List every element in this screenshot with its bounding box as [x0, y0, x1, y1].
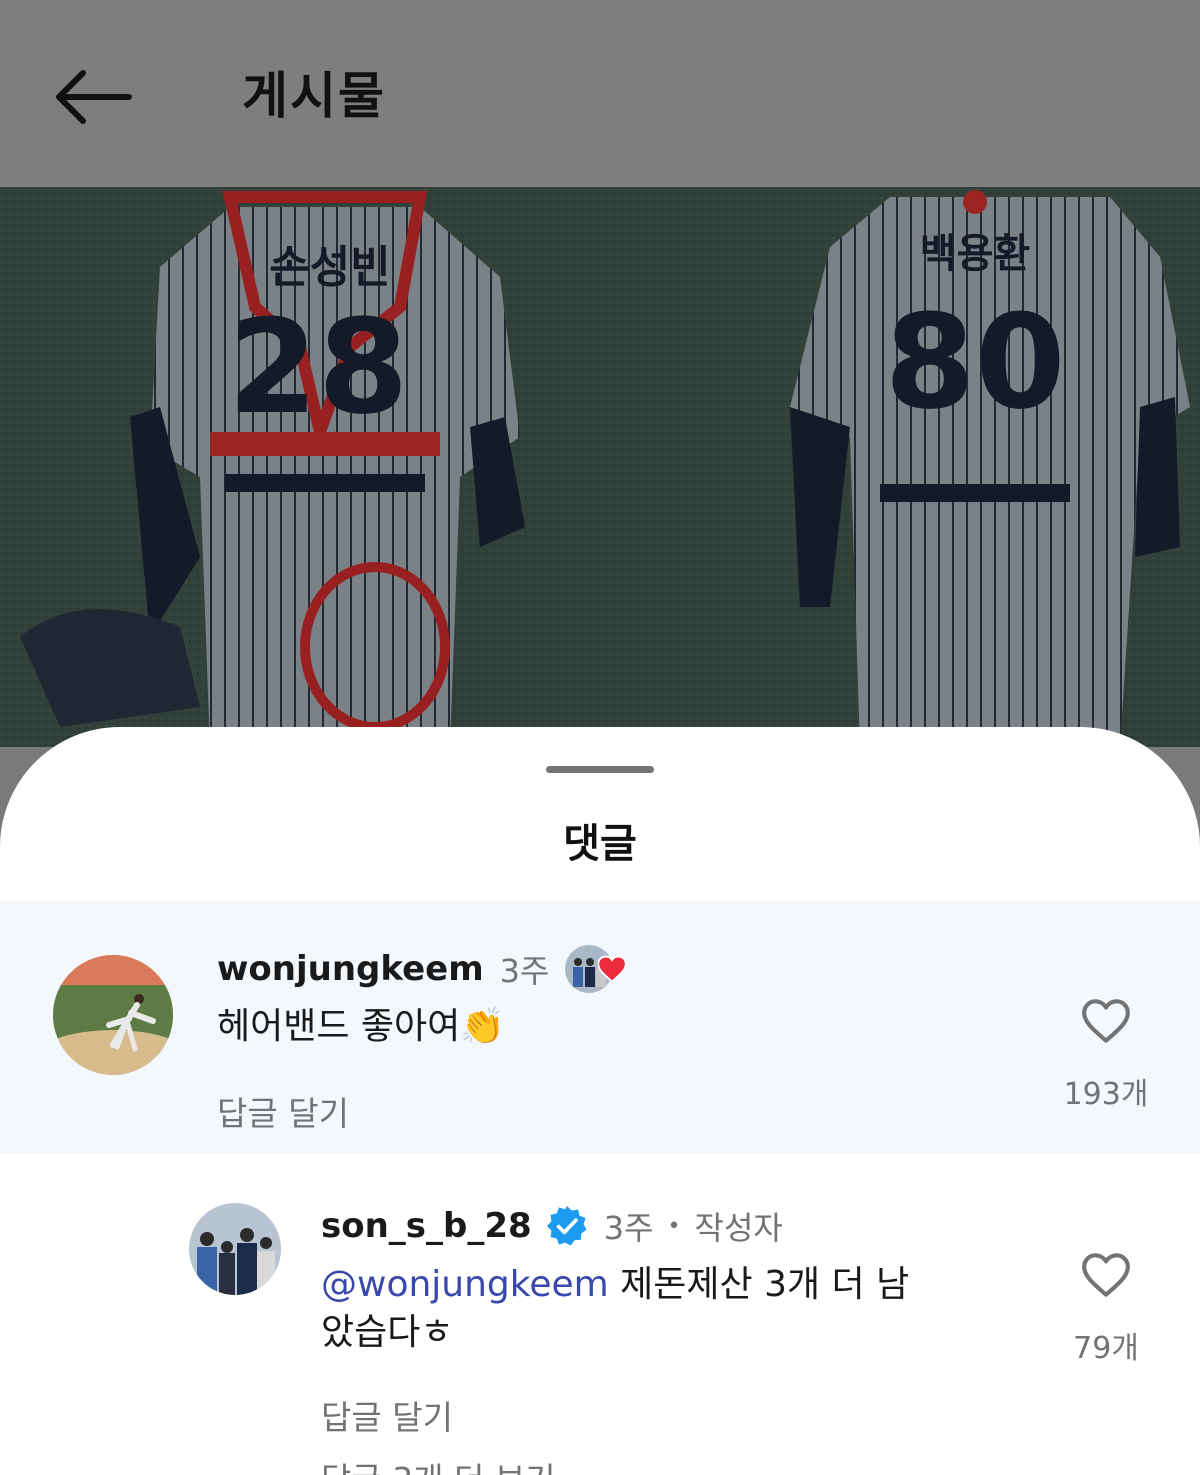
comment-meta: son_s_b_28 3주 • 작성자 — [321, 1203, 783, 1249]
comment-text: 헤어밴드 좋아여👏 — [217, 1006, 506, 1047]
like-count: 193개 — [1063, 1077, 1149, 1112]
comment-meta: wonjungkeem 3주 — [217, 945, 628, 993]
reply-button[interactable]: 답글 달기 — [217, 1087, 349, 1135]
arrow-left-icon — [56, 70, 132, 124]
view-more-replies-button[interactable]: 답글 3개 더 보기 — [321, 1453, 556, 1475]
separator-dot: • — [667, 1213, 681, 1239]
like-button[interactable]: 79개 — [1046, 1251, 1166, 1367]
comment-time: 3주 — [603, 1209, 654, 1247]
like-button[interactable]: 193개 — [1046, 997, 1166, 1113]
top-bar: 게시물 — [0, 0, 1200, 187]
mention-link[interactable]: @wonjungkeem — [321, 1264, 609, 1305]
comment-item: son_s_b_28 3주 • 작성자 @wonjungkeem 제돈제산 3개… — [0, 1153, 1200, 1475]
comment-time: 3주 — [499, 952, 550, 990]
liked-by-author-avatar — [565, 945, 628, 993]
comment-username[interactable]: wonjungkeem — [217, 949, 484, 989]
post-image[interactable]: 손성빈 28 백용환 80 — [0, 187, 1200, 747]
comment-item: wonjungkeem 3주 헤어밴드 좋아여👏 답글 달기 193개 — [0, 901, 1200, 1153]
avatar[interactable] — [189, 1203, 281, 1295]
comment-text: @wonjungkeem 제돈제산 3개 더 남았습다ㅎ — [321, 1261, 921, 1357]
comment-username[interactable]: son_s_b_28 — [321, 1206, 532, 1246]
comments-sheet: 댓글 wonjungkeem 3주 헤어밴드 좋아여👏 답글 달기 193개 s… — [0, 727, 1200, 1475]
avatar[interactable] — [53, 955, 173, 1075]
sheet-drag-handle[interactable] — [546, 766, 654, 773]
comments-title: 댓글 — [563, 821, 637, 867]
back-button[interactable] — [50, 62, 136, 132]
page-title: 게시물 — [242, 67, 386, 125]
reply-button[interactable]: 답글 달기 — [321, 1391, 453, 1439]
author-tag: 작성자 — [694, 1209, 783, 1247]
like-count: 79개 — [1073, 1331, 1139, 1366]
heart-filled-icon — [597, 955, 628, 983]
heart-outline-icon — [1082, 1253, 1130, 1297]
verified-badge-icon — [546, 1205, 588, 1247]
heart-outline-icon — [1082, 999, 1130, 1043]
